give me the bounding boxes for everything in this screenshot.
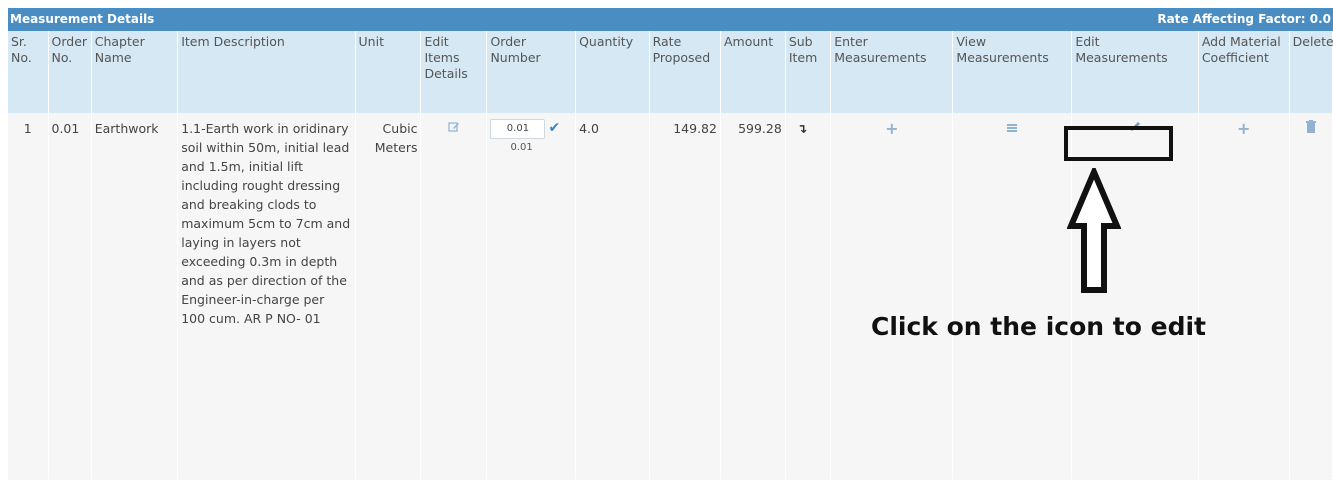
cell-order-number: 0.01 ✔ 0.01 <box>486 113 577 479</box>
panel-title: Measurement Details <box>10 12 155 26</box>
col-sub-item: Sub Item <box>785 31 832 113</box>
cell-item-description: 1.1-Earth work in oridinary soil within … <box>177 113 356 479</box>
col-order-number: Order Number <box>486 31 577 113</box>
trash-icon[interactable] <box>1305 119 1316 138</box>
col-rate-proposed: Rate Proposed <box>649 31 721 113</box>
col-unit: Unit <box>355 31 422 113</box>
cell-edit-items <box>420 113 488 479</box>
col-amount: Amount <box>720 31 786 113</box>
cell-add-material: + <box>1198 113 1290 479</box>
cell-chapter-name: Earthwork <box>91 113 179 479</box>
col-item-description: Item Description <box>177 31 356 113</box>
annotation-text: Click on the icon to edit <box>871 312 1206 341</box>
cell-delete <box>1289 113 1333 479</box>
cell-order-no: 0.01 <box>48 113 92 479</box>
col-chapter-name: Chapter Name <box>91 31 179 113</box>
col-order-no: Order No. <box>48 31 92 113</box>
col-enter-measurements: Enter Measurements <box>830 31 954 113</box>
cell-view-measurements <box>952 113 1073 479</box>
list-icon[interactable] <box>1007 119 1018 138</box>
cell-enter-measurements: + <box>830 113 954 479</box>
check-icon[interactable]: ✔ <box>548 120 560 136</box>
edit-icon-highlight-box <box>1064 126 1173 161</box>
col-quantity: Quantity <box>575 31 650 113</box>
measurement-details-panel: Measurement Details Rate Affecting Facto… <box>8 8 1333 480</box>
panel-header: Measurement Details Rate Affecting Facto… <box>8 8 1333 31</box>
cell-sr-no: 1 <box>8 113 49 479</box>
plus-icon[interactable]: + <box>885 119 898 138</box>
table-header-row: Sr. No. Order No. Chapter Name Item Desc… <box>8 31 1333 113</box>
col-edit-items-details: Edit Items Details <box>420 31 488 113</box>
cell-amount: 599.28 <box>720 113 786 479</box>
table-row: 1 0.01 Earthwork 1.1-Earth work in oridi… <box>8 113 1333 479</box>
col-sr-no: Sr. No. <box>8 31 49 113</box>
order-number-value: 0.01 <box>510 142 533 153</box>
cell-sub-item: ↴ <box>785 113 832 479</box>
col-edit-measurements: Edit Measurements <box>1071 31 1199 113</box>
col-view-measurements: View Measurements <box>952 31 1073 113</box>
rate-affecting-factor: Rate Affecting Factor: 0.0 <box>1157 12 1331 26</box>
col-delete: Delete <box>1289 31 1333 113</box>
cell-quantity: 4.0 <box>575 113 650 479</box>
cell-unit: Cubic Meters <box>355 113 422 479</box>
up-arrow-annotation <box>1067 168 1121 293</box>
sub-item-arrow-icon[interactable]: ↴ <box>797 119 807 138</box>
measurement-table: Sr. No. Order No. Chapter Name Item Desc… <box>8 31 1333 479</box>
cell-rate-proposed: 149.82 <box>649 113 721 479</box>
order-number-input[interactable]: 0.01 <box>490 119 546 139</box>
edit-square-icon[interactable] <box>448 120 460 139</box>
col-add-material-coefficient: Add Material Coefficient <box>1198 31 1290 113</box>
plus-icon[interactable]: + <box>1237 119 1250 138</box>
